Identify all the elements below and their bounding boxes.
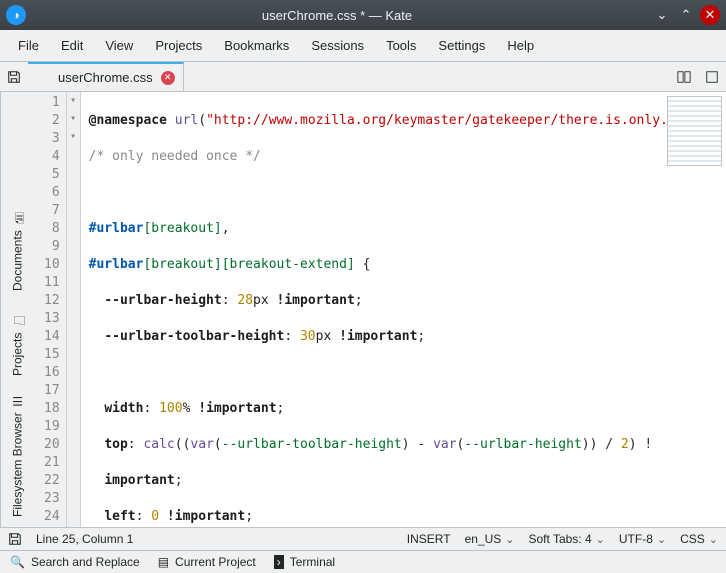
chevron-down-icon [709,532,718,546]
close-tab-icon[interactable]: ✕ [161,71,175,85]
line-gutter: 1234567891011121314151617181920212223242… [34,92,67,527]
terminal-icon: › [274,555,284,569]
tab-label: userChrome.css [58,70,153,85]
menu-settings[interactable]: Settings [428,34,495,57]
spellcheck-lang[interactable]: en_US [465,532,515,546]
encoding[interactable]: UTF-8 [619,532,666,546]
panel-search[interactable]: 🔍Search and Replace [10,555,140,569]
close-button[interactable]: ✕ [700,5,720,25]
file-tab[interactable]: userChrome.css ✕ [28,62,184,91]
tabbar: userChrome.css ✕ [0,62,726,92]
menu-file[interactable]: File [8,34,49,57]
menu-projects[interactable]: Projects [145,34,212,57]
chevron-down-icon [596,532,605,546]
menu-sessions[interactable]: Sessions [301,34,374,57]
chevron-down-icon [505,532,514,546]
sidebar-item-documents[interactable]: Documents 🗎 [5,201,30,294]
sidebar-item-filesystem[interactable]: Filesystem Browser ☰ [5,390,30,521]
menubar: File Edit View Projects Bookmarks Sessio… [0,30,726,62]
app-logo-icon: ◑ [6,5,26,25]
project-icon: ▤ [158,555,169,569]
sidebar-item-projects[interactable]: Projects 🗀 [5,305,30,381]
menu-view[interactable]: View [95,34,143,57]
syntax-mode[interactable]: CSS [680,532,718,546]
menu-help[interactable]: Help [497,34,544,57]
fold-gutter[interactable]: ▾ ▾ ▾ [67,92,81,527]
code-area[interactable]: @namespace url("http://www.mozilla.org/k… [81,92,726,527]
indent-mode[interactable]: Soft Tabs: 4 [529,532,605,546]
save-icon[interactable] [0,63,28,91]
menu-bookmarks[interactable]: Bookmarks [214,34,299,57]
panel-terminal[interactable]: ›Terminal [274,555,335,569]
titlebar: ◑ userChrome.css * — Kate ⌄ ⌃ ✕ [0,0,726,30]
menu-tools[interactable]: Tools [376,34,426,57]
sidebar: Filesystem Browser ☰ Projects 🗀 Document… [0,92,34,527]
cursor-position[interactable]: Line 25, Column 1 [36,532,133,546]
minimap[interactable] [667,96,722,166]
statusbar: Line 25, Column 1 INSERT en_US Soft Tabs… [0,527,726,550]
panel-project[interactable]: ▤Current Project [158,555,256,569]
bottom-panel-bar: 🔍Search and Replace ▤Current Project ›Te… [0,550,726,573]
menu-edit[interactable]: Edit [51,34,93,57]
split-view-icon[interactable] [670,63,698,91]
minimize-button[interactable]: ⌄ [652,5,672,25]
maximize-button[interactable]: ⌃ [676,5,696,25]
editor[interactable]: 1234567891011121314151617181920212223242… [34,92,726,527]
quick-open-icon[interactable] [698,63,726,91]
insert-mode[interactable]: INSERT [407,532,451,546]
search-icon: 🔍 [10,555,25,569]
save-icon[interactable] [8,532,22,546]
chevron-down-icon [657,532,666,546]
window-title: userChrome.css * — Kate [26,8,648,23]
